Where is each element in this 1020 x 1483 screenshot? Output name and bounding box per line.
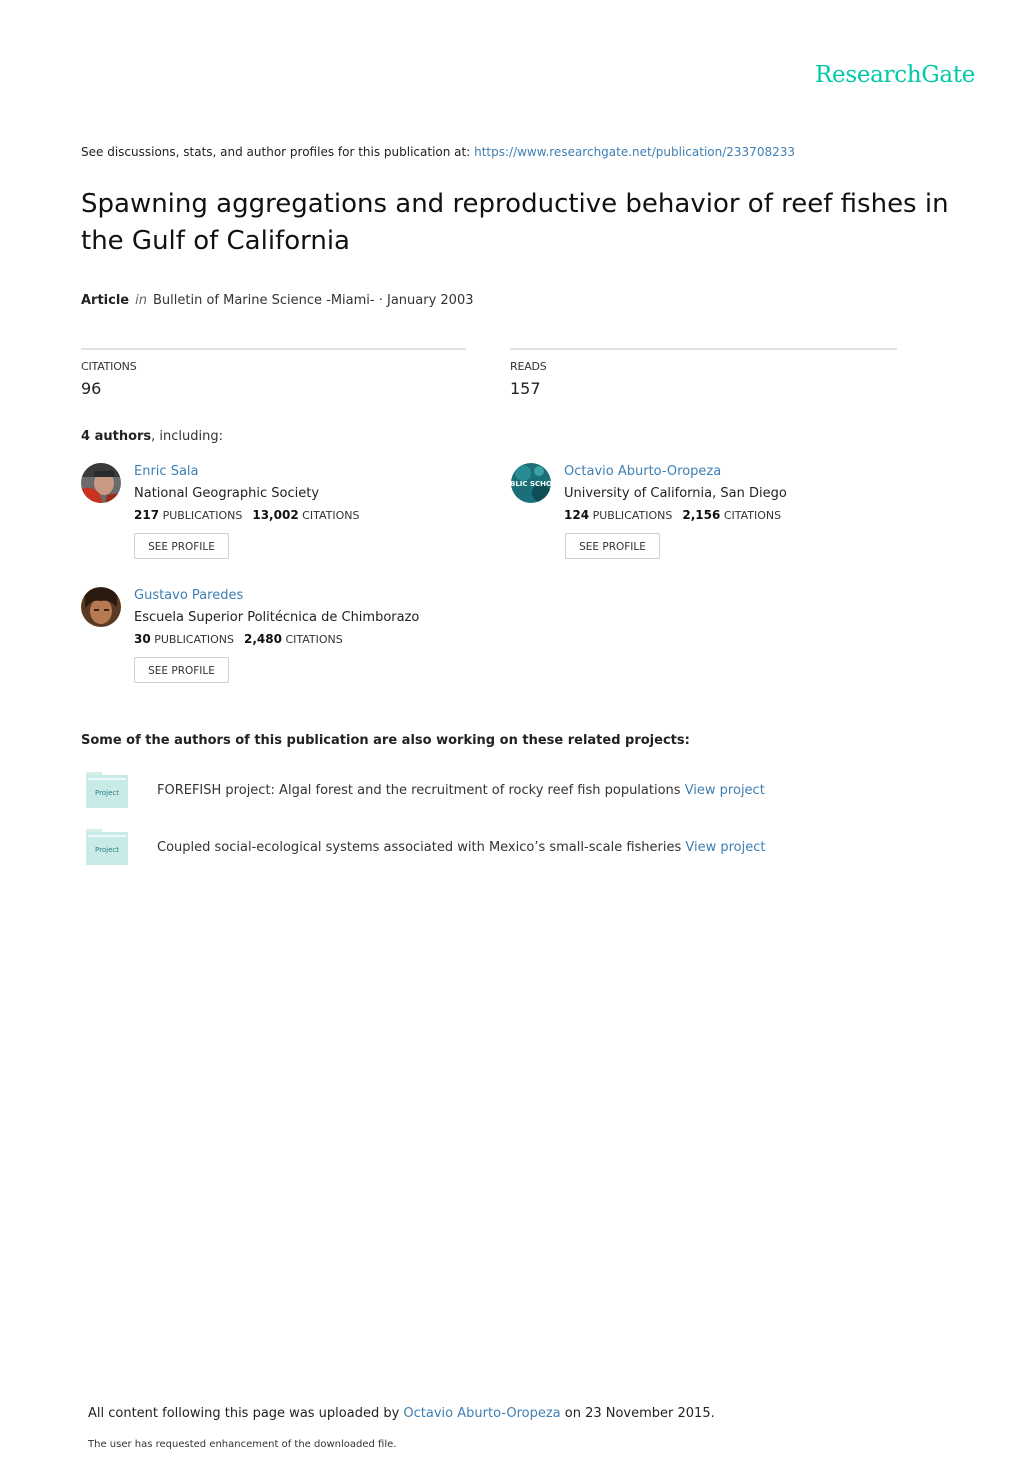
avatar-photo-icon <box>81 587 121 627</box>
author-institution: National Geographic Society <box>134 486 320 501</box>
publication-link-line: See discussions, stats, and author profi… <box>81 145 795 159</box>
view-project-link[interactable]: View project <box>685 783 765 798</box>
publication-date: January 2003 <box>387 293 474 308</box>
upload-prefix: All content following this page was uplo… <box>88 1406 404 1421</box>
citations-stat: CITATIONS 96 <box>81 348 466 398</box>
author-name-link[interactable]: Gustavo Paredes <box>134 588 243 603</box>
project-title: FOREFISH project: Algal forest and the r… <box>157 783 681 798</box>
authors-suffix: , including: <box>151 429 224 444</box>
reads-value: 157 <box>510 379 541 398</box>
upload-suffix: on 23 November 2015. <box>560 1406 715 1421</box>
author-name-link[interactable]: Octavio Aburto-Oropeza <box>564 464 721 479</box>
citations-label: CITATIONS <box>285 633 343 646</box>
author-counts: 30 PUBLICATIONS 2,480 CITATIONS <box>134 632 343 646</box>
reads-stat: READS 157 <box>510 348 897 398</box>
enhancement-note: The user has requested enhancement of th… <box>88 1439 397 1450</box>
project-title: Coupled social-ecological systems associ… <box>157 840 682 855</box>
citations-count: 2,480 <box>244 632 282 646</box>
project-folder-icon[interactable]: Project <box>86 829 128 865</box>
publications-count: 124 <box>564 508 590 522</box>
project-text: Coupled social-ecological systems associ… <box>157 840 766 855</box>
project-item: Project Coupled social-ecological system… <box>86 829 886 869</box>
author-institution: Escuela Superior Politécnica de Chimbora… <box>134 610 420 625</box>
publications-label: PUBLICATIONS <box>154 633 234 646</box>
see-discussions-text: See discussions, stats, and author profi… <box>81 145 475 159</box>
publication-meta: Article in Bulletin of Marine Science -Mia… <box>81 293 474 308</box>
author-institution: University of California, San Diego <box>564 486 787 501</box>
citations-label: CITATIONS <box>302 509 360 522</box>
publications-label: PUBLICATIONS <box>162 509 243 522</box>
uploader-link[interactable]: Octavio Aburto-Oropeza <box>403 1406 560 1421</box>
project-folder-icon[interactable]: Project <box>86 772 128 808</box>
see-profile-button[interactable]: SEE PROFILE <box>134 657 229 683</box>
avatar-photo-icon: BLIC SCHO <box>511 463 551 503</box>
view-project-link[interactable]: View project <box>685 840 765 855</box>
authors-count: 4 authors <box>81 429 152 444</box>
publication-url-link[interactable]: https://www.researchgate.net/publication… <box>474 145 795 159</box>
author-card: BLIC SCHO Octavio Aburto-Oropeza Univers… <box>511 463 911 583</box>
project-item: Project FOREFISH project: Algal forest a… <box>86 772 886 812</box>
author-card: Gustavo Paredes Escuela Superior Politéc… <box>81 587 481 707</box>
project-icon-label: Project <box>95 789 119 797</box>
reads-label: READS <box>510 360 547 373</box>
in-label: in <box>135 293 147 308</box>
citations-value: 96 <box>81 379 102 398</box>
project-icon-label: Project <box>95 846 119 854</box>
publication-title: Spawning aggregations and reproductive b… <box>81 189 949 256</box>
publications-count: 30 <box>134 632 151 646</box>
citations-count: 2,156 <box>682 508 721 522</box>
researchgate-logo[interactable]: ResearchGate <box>815 62 975 88</box>
avatar-photo-icon <box>81 463 121 503</box>
citations-label: CITATIONS <box>723 509 782 522</box>
author-avatar[interactable]: BLIC SCHO <box>511 463 551 503</box>
author-avatar[interactable] <box>81 463 121 503</box>
upload-notice: All content following this page was uplo… <box>88 1406 715 1421</box>
date-separator: · <box>374 293 387 308</box>
citations-count: 13,002 <box>252 508 299 522</box>
author-counts: 217 PUBLICATIONS 13,002 CITATIONS <box>134 508 359 522</box>
publications-label: PUBLICATIONS <box>592 509 673 522</box>
see-profile-button[interactable]: SEE PROFILE <box>134 533 229 559</box>
avatar-text: BLIC SCHO <box>511 480 551 488</box>
author-card: Enric Sala National Geographic Society 2… <box>81 463 481 583</box>
citations-label: CITATIONS <box>81 360 137 373</box>
authors-header: 4 authors, including: <box>81 429 223 444</box>
see-profile-button[interactable]: SEE PROFILE <box>565 533 660 559</box>
author-avatar[interactable] <box>81 587 121 627</box>
related-projects-header: Some of the authors of this publication … <box>81 733 690 748</box>
publication-type: Article <box>81 293 130 308</box>
author-counts: 124 PUBLICATIONS 2,156 CITATIONS <box>564 508 781 522</box>
publications-count: 217 <box>134 508 160 522</box>
journal-name: Bulletin of Marine Science -Miami- <box>152 293 375 308</box>
project-text: FOREFISH project: Algal forest and the r… <box>157 783 765 798</box>
author-name-link[interactable]: Enric Sala <box>134 464 199 479</box>
